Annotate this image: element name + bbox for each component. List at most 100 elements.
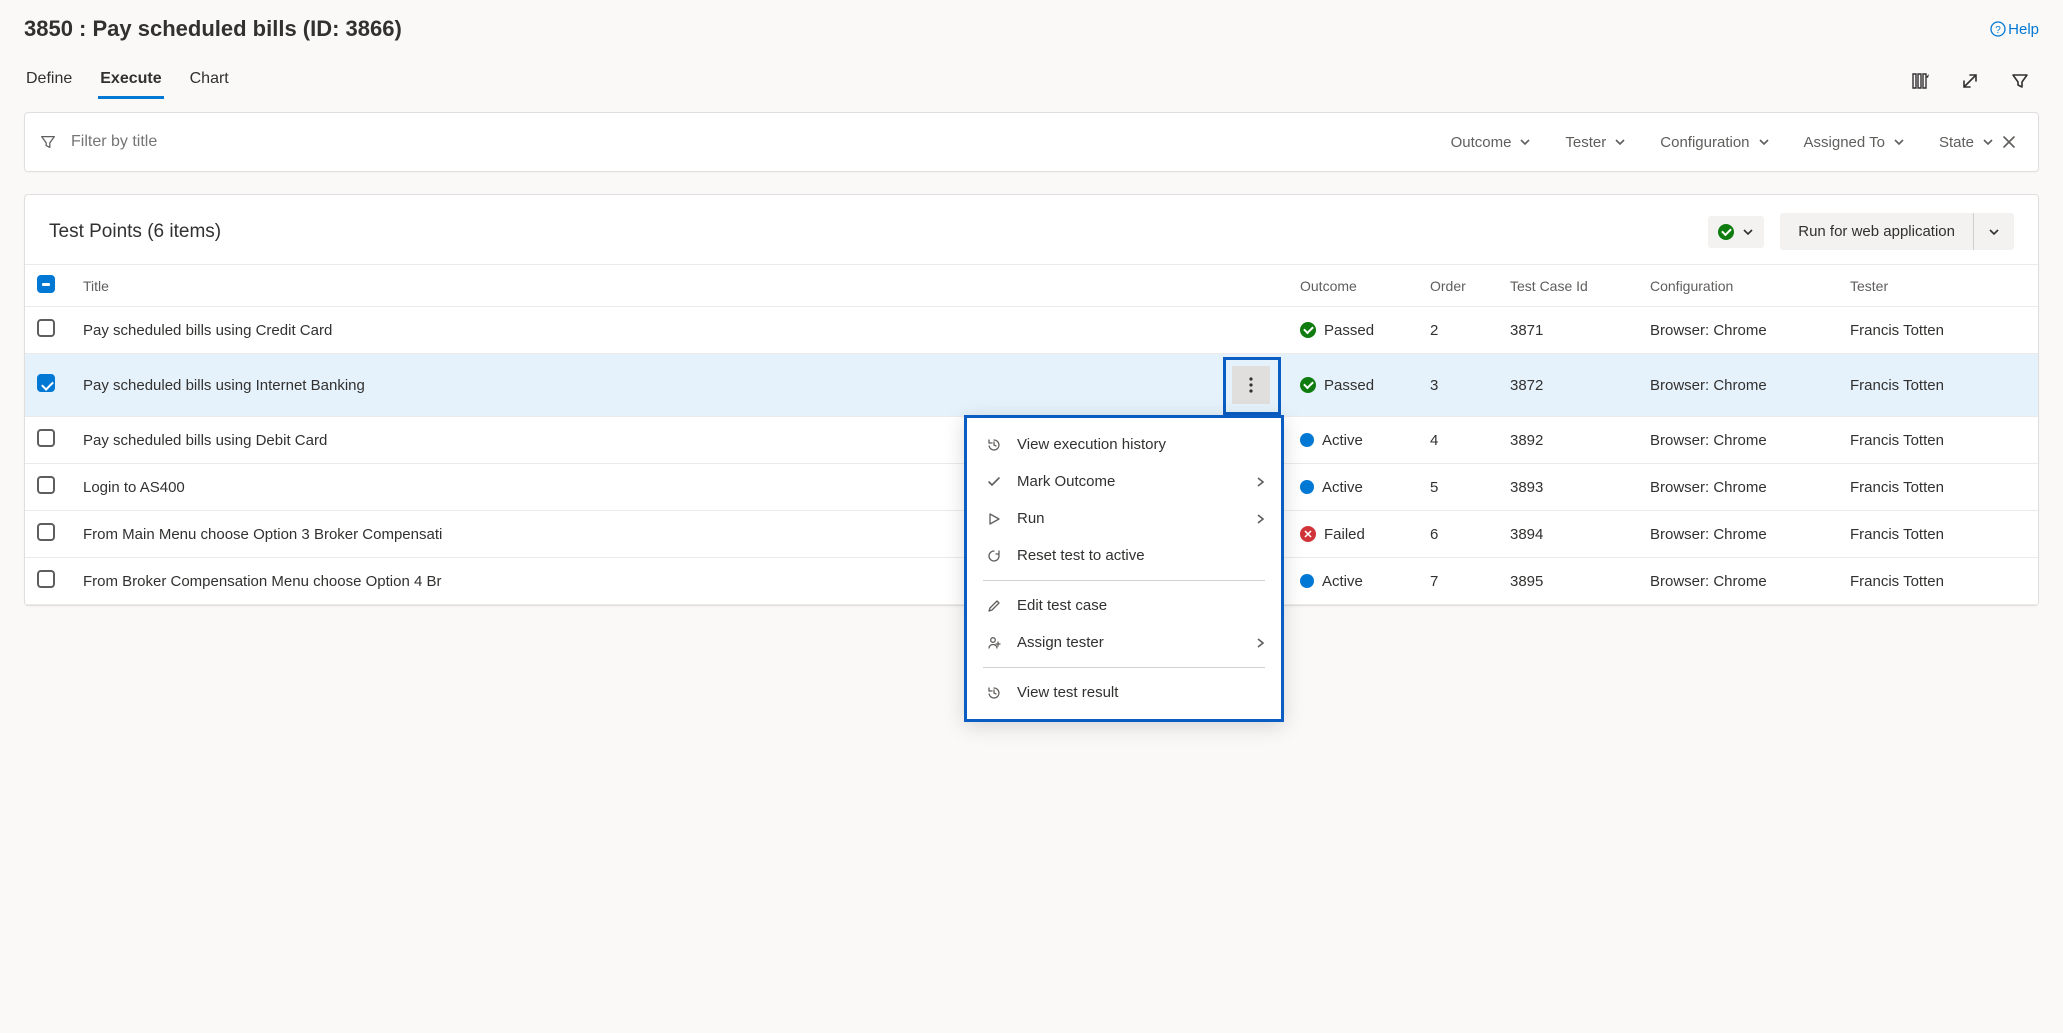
menu-item-run[interactable]: Run [967,500,1281,537]
tab-chart[interactable]: Chart [188,64,231,98]
filter-chip-tester[interactable]: Tester [1565,134,1626,151]
row-testcaseid: 3895 [1498,558,1638,605]
outcome-label: Passed [1324,322,1374,339]
chevron-down-icon [1988,226,2000,238]
chevron-right-icon [1255,637,1265,649]
chevron-right-icon [1255,513,1265,525]
row-tester: Francis Totten [1838,558,2038,605]
menu-item-view-test-result[interactable]: View test result [967,674,1281,711]
play-icon [985,511,1003,527]
check-icon [985,474,1003,490]
row-checkbox[interactable] [37,523,55,541]
test-points-title: Test Points (6 items) [49,221,221,243]
person-icon [985,635,1003,651]
active-icon [1300,480,1314,494]
row-checkbox[interactable] [37,476,55,494]
row-checkbox[interactable] [37,570,55,588]
row-tester: Francis Totten [1838,511,2038,558]
row-configuration: Browser: Chrome [1638,464,1838,511]
menu-item-assign-tester[interactable]: Assign tester [967,624,1281,661]
row-tester: Francis Totten [1838,354,2038,417]
column-header-configuration[interactable]: Configuration [1638,265,1838,307]
column-header-tester[interactable]: Tester [1838,265,2038,307]
help-icon: ? [1990,21,2006,37]
table-row[interactable]: Pay scheduled bills using Credit Card Pas… [25,307,2038,354]
filter-chip-configuration[interactable]: Configuration [1660,134,1769,151]
help-link[interactable]: ? Help [1990,21,2039,38]
column-header-title[interactable]: Title [71,265,1288,307]
column-options-icon[interactable] [1909,70,1931,92]
funnel-icon [39,133,57,151]
filter-bar: Outcome Tester Configuration Assigned To Sta… [24,112,2039,172]
outcome-label: Active [1322,479,1363,496]
chevron-down-icon [1742,226,1754,238]
column-header-testcaseid[interactable]: Test Case Id [1498,265,1638,307]
run-button[interactable]: Run for web application [1780,213,1973,250]
outcome-label: Active [1322,573,1363,590]
active-icon [1300,574,1314,588]
row-configuration: Browser: Chrome [1638,511,1838,558]
help-label: Help [2008,21,2039,38]
row-title: Pay scheduled bills using Credit Card [83,322,332,339]
menu-item-mark-outcome[interactable]: Mark Outcome [967,463,1281,500]
menu-item-view-execution-history[interactable]: View execution history [967,426,1281,463]
history-icon [985,437,1003,453]
active-icon [1300,433,1314,447]
column-header-outcome[interactable]: Outcome [1288,265,1418,307]
menu-separator [983,580,1265,581]
run-dropdown-button[interactable] [1973,213,2014,250]
filter-chip-assigned-to[interactable]: Assigned To [1804,134,1905,151]
row-order: 2 [1418,307,1498,354]
chevron-down-icon [1614,136,1626,148]
filter-chip-state[interactable]: State [1939,134,1994,151]
failed-icon [1300,526,1316,542]
row-checkbox[interactable] [37,429,55,447]
row-testcaseid: 3871 [1498,307,1638,354]
row-order: 6 [1418,511,1498,558]
page-title: 3850 : Pay scheduled bills (ID: 3866) [24,16,402,42]
row-title: From Main Menu choose Option 3 Broker Co… [83,526,442,543]
filter-icon[interactable] [2009,70,2031,92]
edit-icon [985,598,1003,614]
expand-icon[interactable] [1959,70,1981,92]
svg-text:?: ? [1995,25,2001,36]
filter-chip-outcome[interactable]: Outcome [1451,134,1532,151]
more-vertical-icon [1249,376,1253,394]
row-testcaseid: 3892 [1498,417,1638,464]
select-all-checkbox[interactable] [37,275,55,293]
chevron-right-icon [1255,476,1265,488]
tab-execute[interactable]: Execute [98,64,163,98]
row-configuration: Browser: Chrome [1638,354,1838,417]
outcome-status-dropdown[interactable] [1708,216,1764,248]
table-row[interactable]: Pay scheduled bills using Internet Banki… [25,354,2038,417]
clear-filters-icon[interactable] [1994,131,2024,153]
row-title: From Broker Compensation Menu choose Opt… [83,573,442,590]
row-more-button[interactable] [1232,366,1270,404]
passed-icon [1300,377,1316,393]
menu-item-reset-test-to-active[interactable]: Reset test to active [967,537,1281,574]
row-context-menu: View execution historyMark OutcomeRunRes… [964,415,1284,722]
row-title: Login to AS400 [83,479,185,496]
menu-item-edit-test-case[interactable]: Edit test case [967,587,1281,624]
chevron-down-icon [1519,136,1531,148]
row-testcaseid: 3872 [1498,354,1638,417]
row-order: 4 [1418,417,1498,464]
row-title: Pay scheduled bills using Internet Banki… [83,377,365,394]
row-tester: Francis Totten [1838,417,2038,464]
chevron-down-icon [1758,136,1770,148]
tab-define[interactable]: Define [24,64,74,98]
filter-input[interactable] [69,132,1451,152]
chevron-down-icon [1982,136,1994,148]
row-checkbox[interactable] [37,319,55,337]
row-testcaseid: 3893 [1498,464,1638,511]
outcome-label: Failed [1324,526,1365,543]
column-header-order[interactable]: Order [1418,265,1498,307]
row-configuration: Browser: Chrome [1638,307,1838,354]
menu-separator [983,667,1265,668]
row-testcaseid: 3894 [1498,511,1638,558]
outcome-label: Passed [1324,377,1374,394]
outcome-label: Active [1322,432,1363,449]
row-title: Pay scheduled bills using Debit Card [83,432,327,449]
row-order: 3 [1418,354,1498,417]
row-checkbox[interactable] [37,374,55,392]
